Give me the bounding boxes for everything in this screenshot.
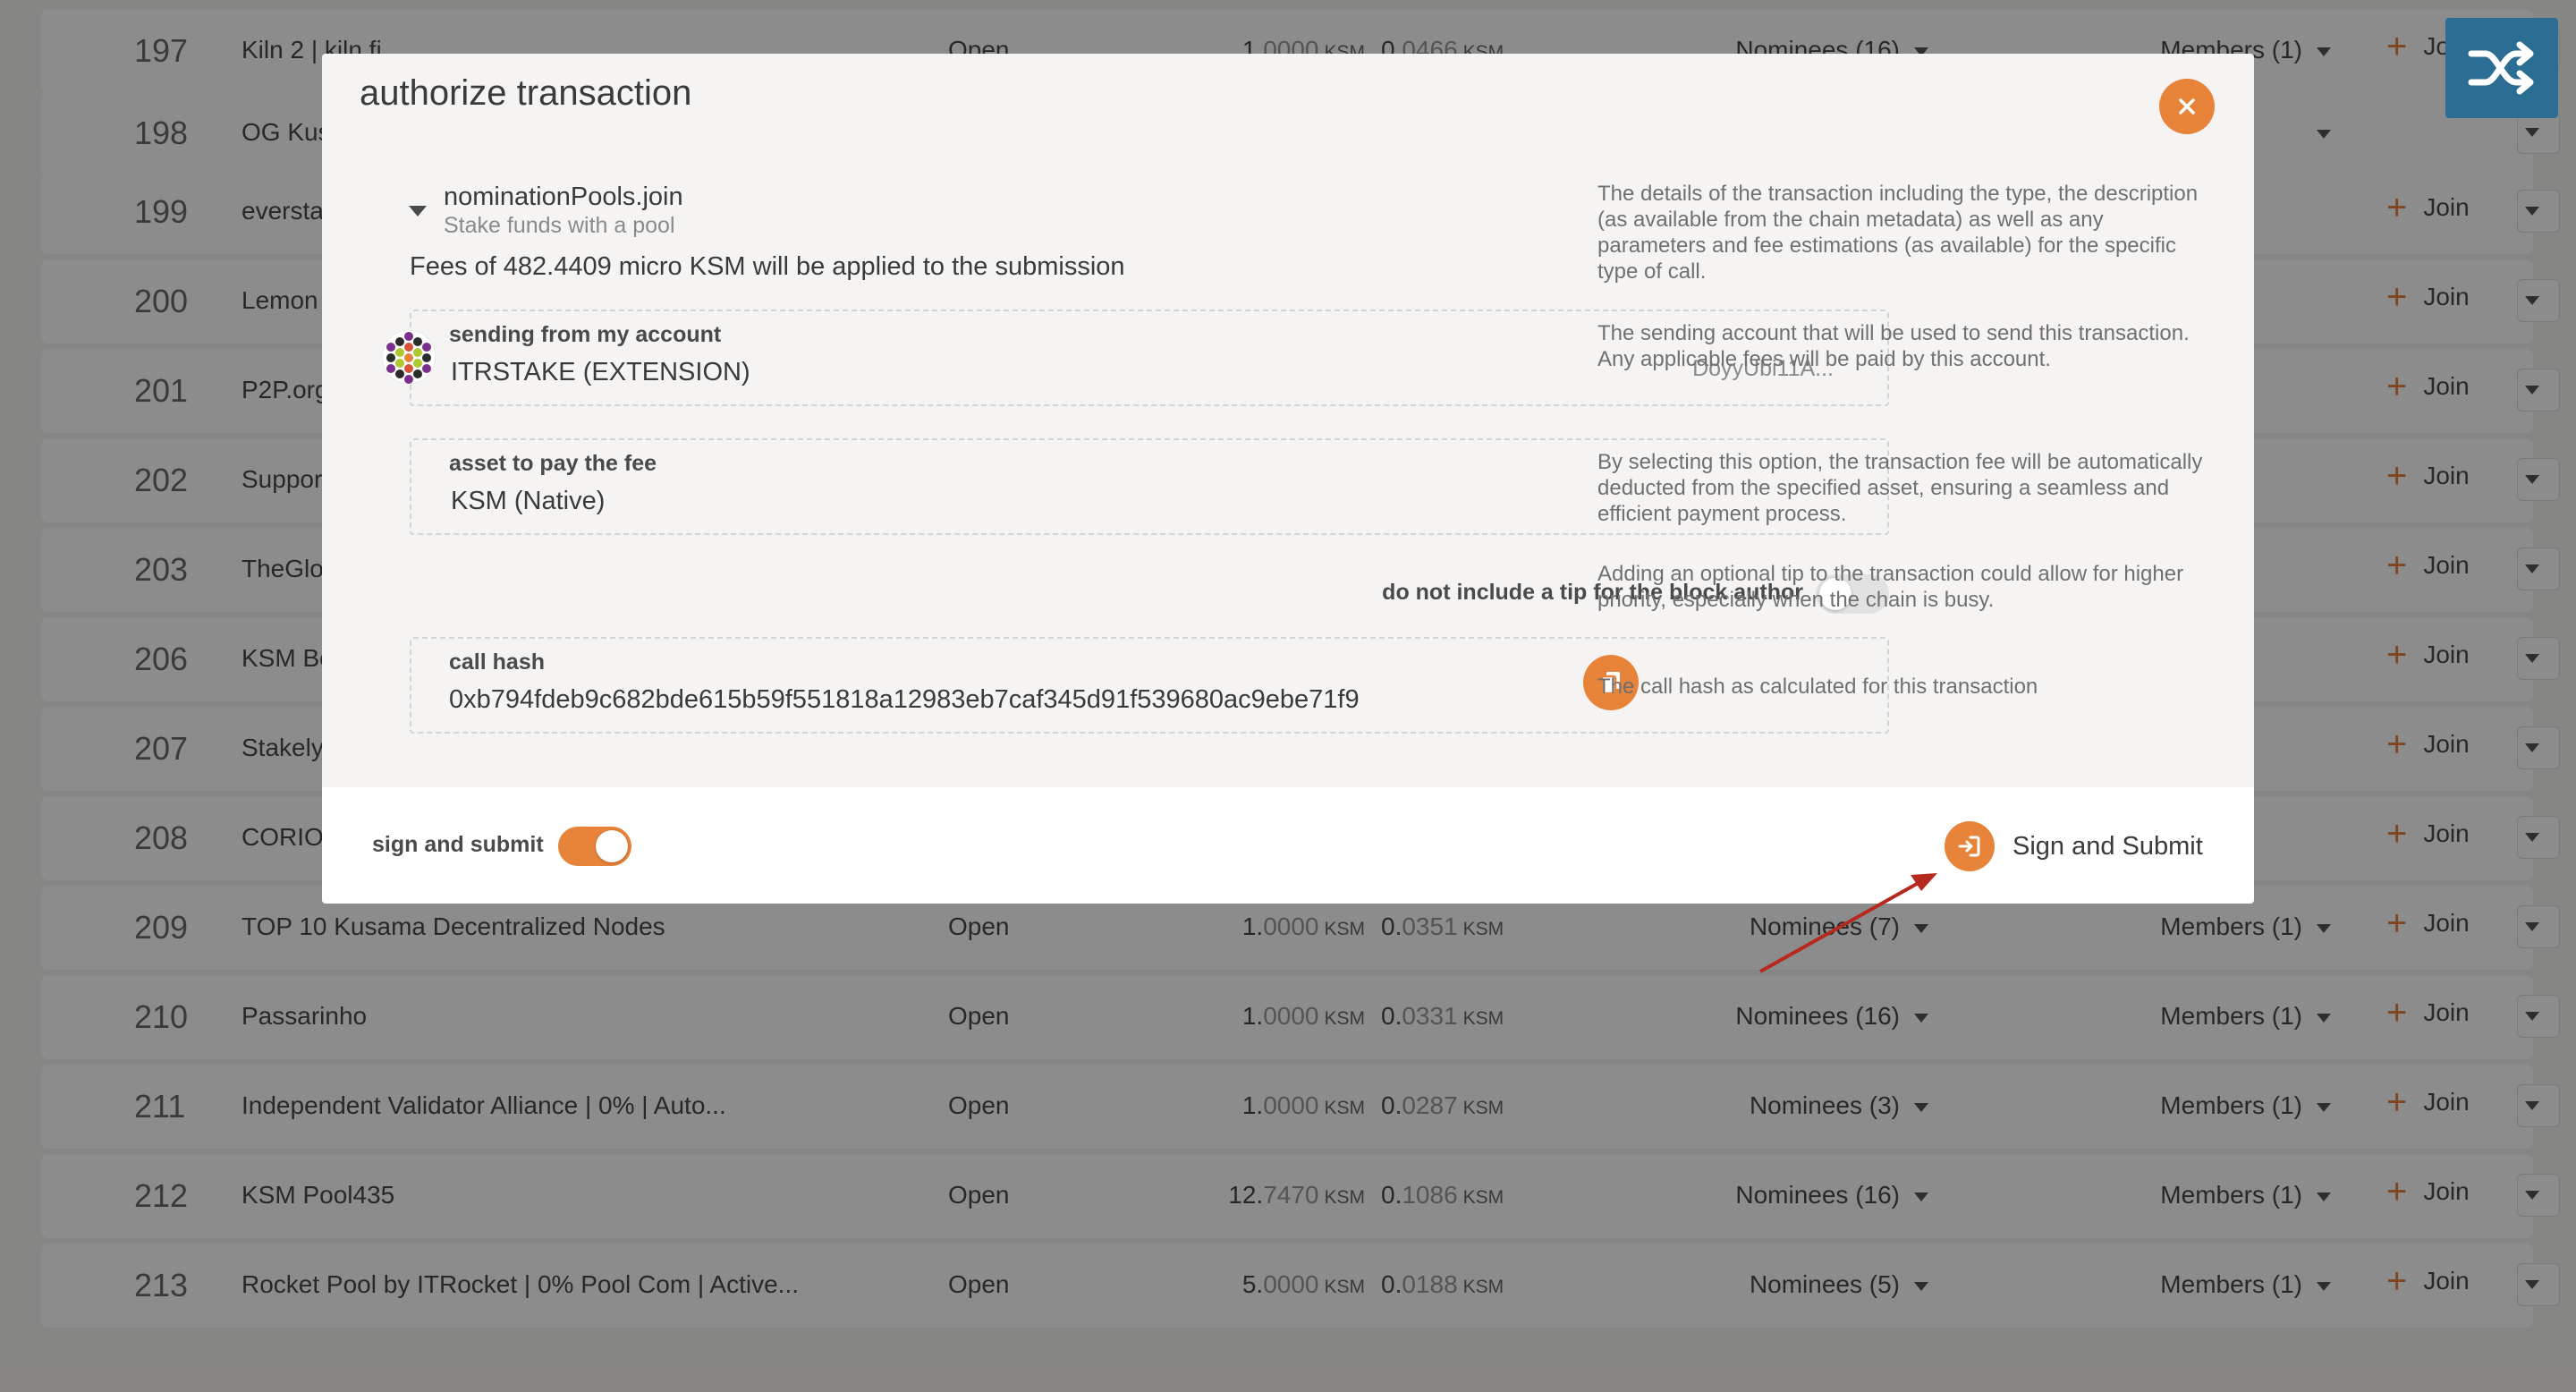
- collapse-toggle-icon[interactable]: [409, 206, 427, 216]
- call-name: nominationPools.join: [444, 182, 683, 211]
- call-description: Stake funds with a pool: [444, 213, 675, 238]
- sign-and-submit-button-label: Sign and Submit: [2012, 831, 2203, 861]
- account-label: sending from my account: [449, 322, 722, 347]
- shuffle-icon: [2468, 41, 2534, 95]
- modal-title: authorize transaction: [360, 73, 692, 113]
- help-tip: Adding an optional tip to the transactio…: [1597, 562, 2184, 612]
- help-fee-asset: By selecting this option, the transactio…: [1597, 450, 2203, 526]
- fee-estimate: Fees of 482.4409 micro KSM will be appli…: [410, 252, 1125, 281]
- help-call-hash: The call hash as calculated for this tra…: [1597, 675, 2038, 699]
- sign-in-icon: [1945, 821, 1995, 871]
- sign-and-submit-label: sign and submit: [372, 832, 544, 857]
- sign-and-submit-button[interactable]: Sign and Submit: [1945, 821, 2203, 871]
- call-hash-value: 0xb794fdeb9c682bde615b59f551818a12983eb7…: [449, 685, 1360, 714]
- modal-footer: sign and submit Sign and Submit: [322, 787, 2254, 904]
- account-identicon: [381, 329, 436, 385]
- fee-asset-label: asset to pay the fee: [449, 451, 657, 476]
- close-icon: [2179, 98, 2195, 115]
- call-hash-label: call hash: [449, 649, 545, 675]
- close-button[interactable]: [2159, 79, 2215, 134]
- shuffle-button[interactable]: [2445, 18, 2558, 118]
- sign-and-submit-toggle[interactable]: [558, 827, 631, 866]
- fee-asset-value: KSM (Native): [451, 487, 606, 515]
- help-details: The details of the transaction including…: [1597, 182, 2199, 284]
- account-name: ITRSTAKE (EXTENSION): [451, 358, 750, 386]
- authorize-transaction-modal: authorize transaction nominationPools.jo…: [322, 54, 2254, 904]
- help-sending: The sending account that will be used to…: [1597, 321, 2190, 371]
